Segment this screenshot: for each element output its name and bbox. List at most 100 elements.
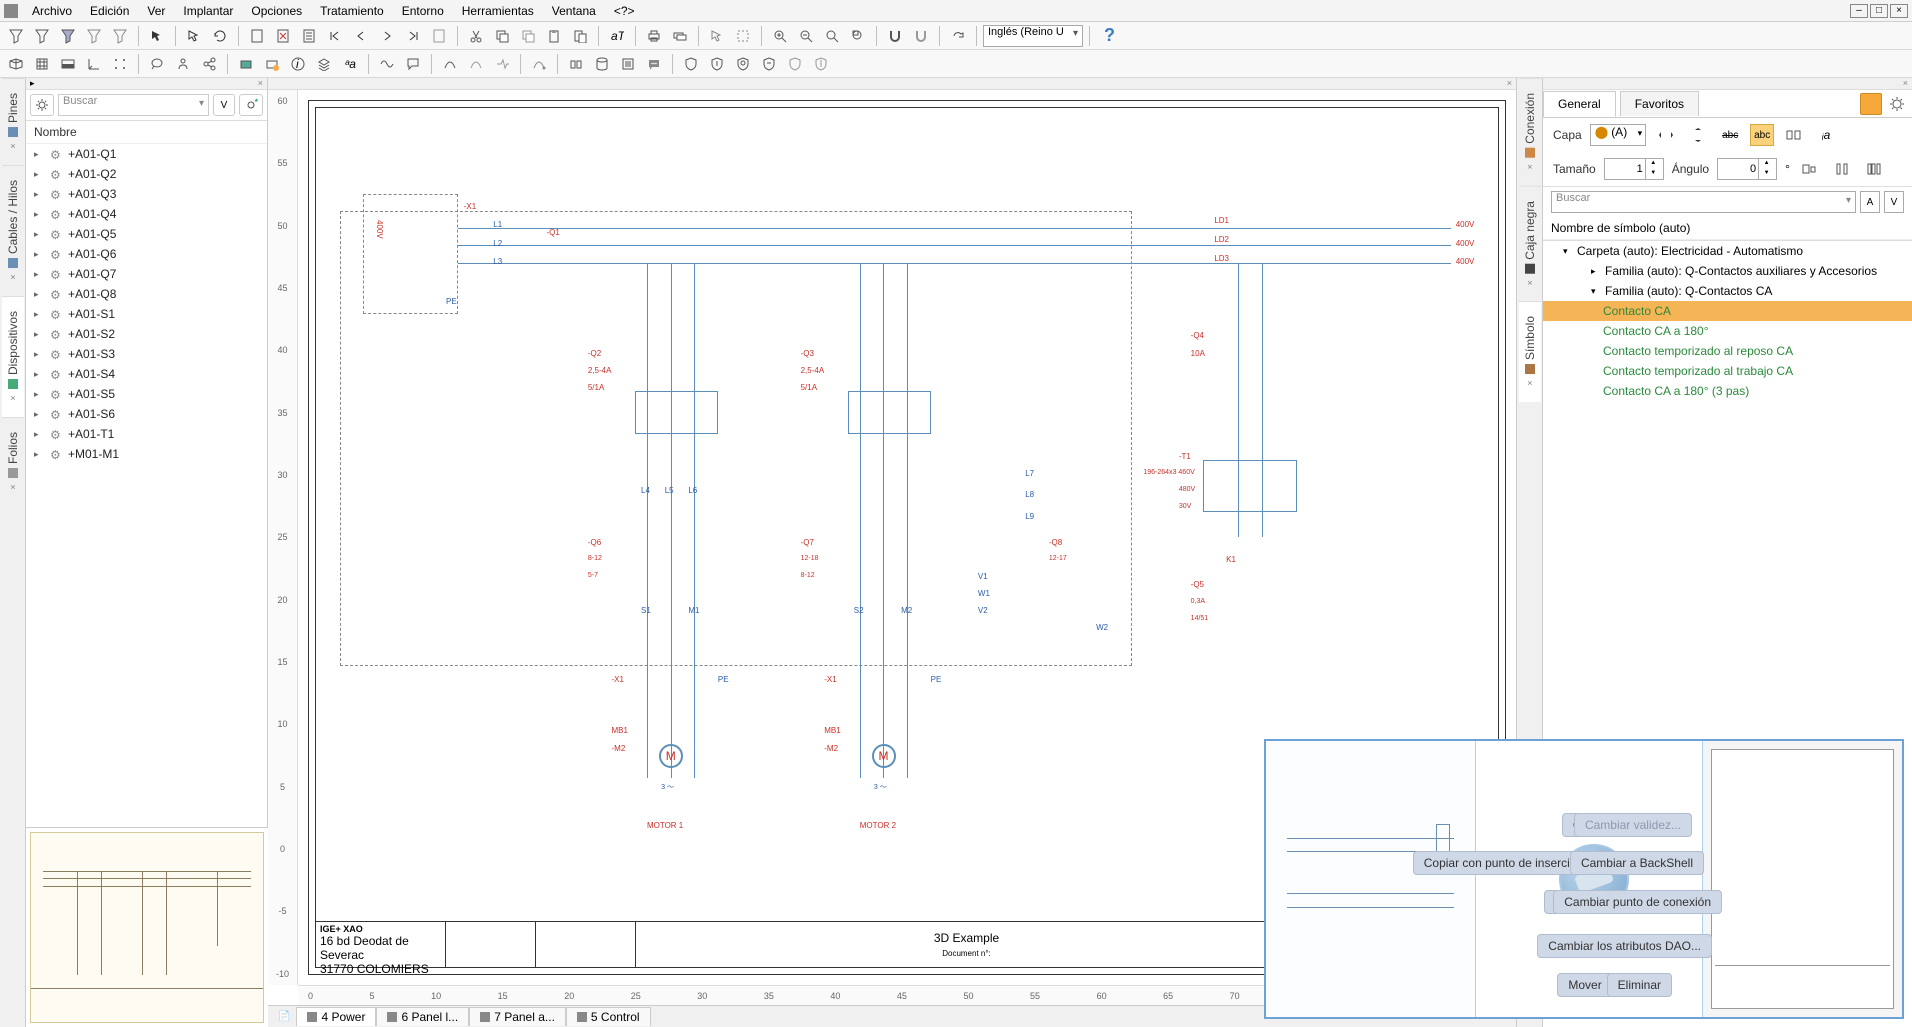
- nav-first-icon[interactable]: [323, 24, 347, 48]
- ctx-eliminar-button[interactable]: Eliminar: [1607, 973, 1672, 997]
- maximize-button[interactable]: □: [1870, 4, 1888, 18]
- nav-prev-icon[interactable]: [349, 24, 373, 48]
- zoom-fit-icon[interactable]: [768, 24, 792, 48]
- layer1-icon[interactable]: [234, 52, 258, 76]
- tool-filter5-icon[interactable]: [108, 24, 132, 48]
- select-icon[interactable]: [182, 24, 206, 48]
- info-icon[interactable]: i: [286, 52, 310, 76]
- magnet2-icon[interactable]: [909, 24, 933, 48]
- device-item[interactable]: ▸⚙+A01-Q1: [26, 144, 267, 164]
- vtab-simbolo[interactable]: ×Símbolo: [1519, 301, 1541, 402]
- panel-settings-icon[interactable]: [30, 94, 54, 116]
- wave-icon[interactable]: [375, 52, 399, 76]
- wire4-icon[interactable]: [527, 52, 551, 76]
- page-list-icon[interactable]: [297, 24, 321, 48]
- device-item[interactable]: ▸⚙+A01-S3: [26, 344, 267, 364]
- cursor-icon[interactable]: [145, 24, 169, 48]
- device-item[interactable]: ▸⚙+A01-Q6: [26, 244, 267, 264]
- dots-icon[interactable]: [108, 52, 132, 76]
- align-icon[interactable]: [1782, 124, 1806, 146]
- menu-entorno[interactable]: Entorno: [394, 2, 452, 20]
- device-item[interactable]: ▸⚙+A01-Q8: [26, 284, 267, 304]
- sheet-tab[interactable]: 7 Panel a...: [469, 1007, 566, 1026]
- person-icon[interactable]: [171, 52, 195, 76]
- canvas-close-icon[interactable]: ×: [1507, 78, 1512, 88]
- device-item[interactable]: ▸⚙+A01-Q2: [26, 164, 267, 184]
- panel-add-icon[interactable]: [239, 94, 263, 116]
- sheet-tab[interactable]: 4 Power: [296, 1007, 376, 1026]
- symbol-item[interactable]: Contacto CA: [1543, 301, 1912, 321]
- tamano-spinner[interactable]: ▲▼: [1604, 158, 1664, 180]
- page-close-icon[interactable]: [271, 24, 295, 48]
- vtab-dispositivos[interactable]: ×Dispositivos: [2, 296, 24, 417]
- layer2-icon[interactable]: [260, 52, 284, 76]
- tab-general[interactable]: General: [1543, 91, 1616, 117]
- preview-thumbnail[interactable]: [30, 832, 264, 1023]
- menu-ver[interactable]: Ver: [139, 2, 173, 20]
- symbol-item[interactable]: Contacto temporizado al reposo CA: [1543, 341, 1912, 361]
- ctx-cambiar-backshell-button[interactable]: Cambiar a BackShell: [1570, 851, 1704, 875]
- menu-tratamiento[interactable]: Tratamiento: [312, 2, 392, 20]
- text-abc-hl-icon[interactable]: abc: [1750, 124, 1774, 146]
- device-item[interactable]: ▸⚙+A01-Q3: [26, 184, 267, 204]
- panel-options-icon[interactable]: [1886, 93, 1908, 115]
- symbol-search-input[interactable]: Buscar: [1551, 191, 1856, 213]
- text-a-icon[interactable]: ᵃa: [338, 52, 362, 76]
- symbol-item[interactable]: Contacto CA a 180° (3 pas): [1543, 381, 1912, 401]
- terminal-icon[interactable]: [564, 52, 588, 76]
- tab-favoritos[interactable]: Favoritos: [1620, 91, 1699, 116]
- device-item[interactable]: ▸⚙+M01-M1: [26, 444, 267, 464]
- cut-icon[interactable]: [464, 24, 488, 48]
- ctx-cambiar-validez-button[interactable]: Cambiar validez...: [1574, 813, 1692, 837]
- grid-icon[interactable]: [30, 52, 54, 76]
- wire3-icon[interactable]: [490, 52, 514, 76]
- lasso-icon[interactable]: [145, 52, 169, 76]
- axes-icon[interactable]: [82, 52, 106, 76]
- layers-icon[interactable]: [312, 52, 336, 76]
- tool-filter3-icon[interactable]: [56, 24, 80, 48]
- zoom-window-icon[interactable]: [846, 24, 870, 48]
- a-filter-button[interactable]: A: [1860, 191, 1880, 213]
- ctx-cambiar-punto-button[interactable]: Cambiar punto de conexión: [1553, 890, 1722, 914]
- ctx-cambiar-dao-button[interactable]: Cambiar los atributos DAO...: [1537, 934, 1712, 958]
- vtab-cables[interactable]: ×Cables / Hilos: [2, 165, 24, 296]
- panel-icon[interactable]: [56, 52, 80, 76]
- tool-filter4-icon[interactable]: [82, 24, 106, 48]
- shield3-icon[interactable]: [731, 52, 755, 76]
- nav-next-icon[interactable]: [375, 24, 399, 48]
- menu-herramientas[interactable]: Herramientas: [454, 2, 542, 20]
- vtab-conexion[interactable]: ×Conexión: [1519, 78, 1541, 186]
- db-icon[interactable]: [590, 52, 614, 76]
- symbol-item[interactable]: Contacto temporizado al trabajo CA: [1543, 361, 1912, 381]
- text-abc-icon[interactable]: abc: [1718, 124, 1742, 146]
- cursor3-icon[interactable]: [731, 24, 755, 48]
- chat-icon[interactable]: [642, 52, 666, 76]
- magnet-icon[interactable]: [883, 24, 907, 48]
- print-multi-icon[interactable]: [668, 24, 692, 48]
- device-item[interactable]: ▸⚙+A01-Q5: [26, 224, 267, 244]
- menu-help-placeholder[interactable]: <?>: [606, 2, 643, 20]
- paste-icon[interactable]: [542, 24, 566, 48]
- ctx-copiar-punto-button[interactable]: Copiar con punto de inserción: [1413, 851, 1594, 875]
- device-item[interactable]: ▸⚙+A01-S6: [26, 404, 267, 424]
- close-button[interactable]: ×: [1890, 4, 1908, 18]
- mirror-h-icon[interactable]: [1654, 124, 1678, 146]
- symbol-item[interactable]: Contacto CA a 180°: [1543, 321, 1912, 341]
- paste2-icon[interactable]: [568, 24, 592, 48]
- device-item[interactable]: ▸⚙+A01-Q4: [26, 204, 267, 224]
- device-item[interactable]: ▸⚙+A01-S2: [26, 324, 267, 344]
- minimize-button[interactable]: –: [1850, 4, 1868, 18]
- wire2-icon[interactable]: [464, 52, 488, 76]
- shield6-icon[interactable]: [809, 52, 833, 76]
- symbol-family[interactable]: ▾Familia (auto): Q-Contactos CA: [1543, 281, 1912, 301]
- tool-filter2-icon[interactable]: [30, 24, 54, 48]
- nav-last-icon[interactable]: [401, 24, 425, 48]
- device-item[interactable]: ▸⚙+A01-S1: [26, 304, 267, 324]
- sheet-tab[interactable]: 5 Control: [566, 1007, 651, 1026]
- vtab-pines[interactable]: ×Pines: [2, 78, 24, 165]
- tool-filter1-icon[interactable]: [4, 24, 28, 48]
- copy2-icon[interactable]: [516, 24, 540, 48]
- device-item[interactable]: ▸⚙+A01-Q7: [26, 264, 267, 284]
- print-icon[interactable]: [642, 24, 666, 48]
- shield1-icon[interactable]: [679, 52, 703, 76]
